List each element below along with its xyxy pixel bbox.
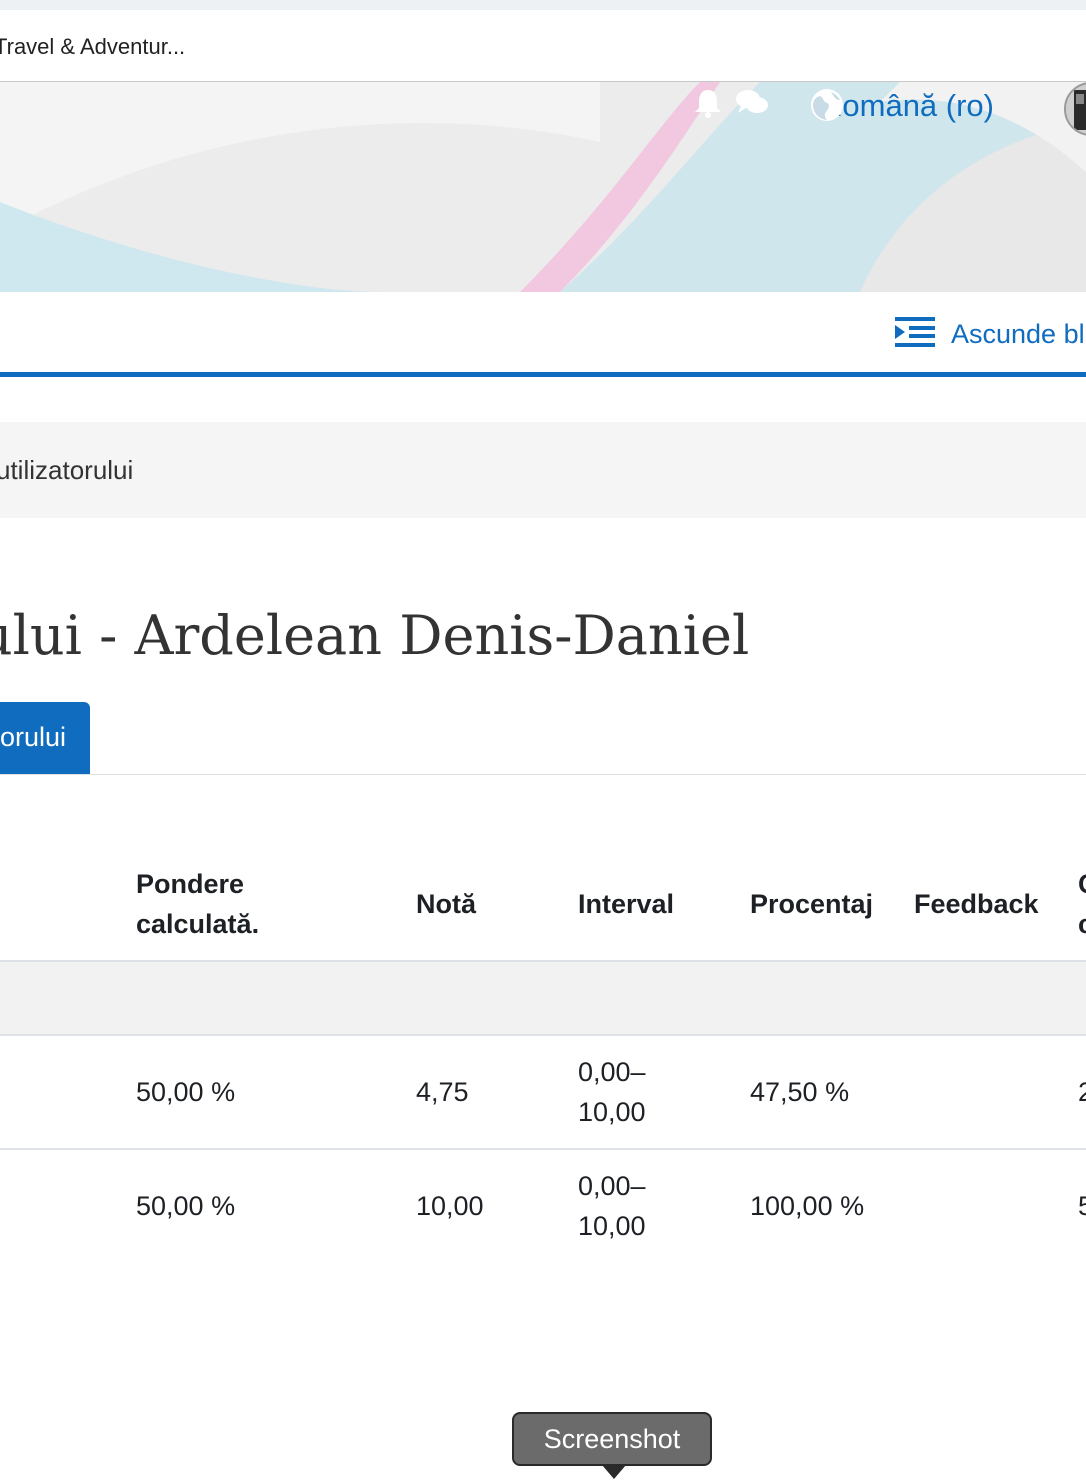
- cell-contribution: 5: [1078, 1191, 1086, 1221]
- table-row-divider: [0, 1034, 1086, 1036]
- screenshot-tooltip: Screenshot: [512, 1412, 712, 1466]
- header-grade: Notă: [416, 889, 476, 919]
- cell-weight: 50,00 %: [136, 1077, 236, 1107]
- header-range: Interval: [578, 889, 675, 919]
- cell-range-min: 0,00–: [578, 1171, 646, 1201]
- header-percentage: Procentaj: [750, 889, 874, 919]
- cell-range-max: 10,00: [578, 1097, 646, 1127]
- page-title: rului - Ardelean Denis-Daniel: [0, 604, 750, 667]
- header-contribution: C c: [1078, 864, 1086, 944]
- hide-blocks-label: Ascunde bl: [951, 319, 1085, 349]
- cell-range-max: 10,00: [578, 1211, 646, 1241]
- cell-weight: 50,00 %: [136, 1191, 236, 1221]
- table-row-divider: [0, 1148, 1086, 1150]
- hide-blocks-button[interactable]: Ascunde bl: [895, 317, 1085, 352]
- header-weight: Pondere calculată.: [136, 864, 259, 944]
- cell-range-min: 0,00–: [578, 1057, 646, 1087]
- tabs-divider: [0, 774, 1086, 775]
- tooltip-arrow: [602, 1465, 626, 1479]
- cell-percentage: 100,00 %: [750, 1191, 865, 1221]
- cell-range: 0,00– 10,00: [578, 1166, 646, 1246]
- cell-grade: 4,75: [416, 1077, 469, 1107]
- tab-user-report-label: orului: [0, 722, 66, 752]
- indent-list-icon: [895, 317, 935, 352]
- cell-percentage: 47,50 %: [750, 1077, 850, 1107]
- cell-grade: 10,00: [416, 1191, 484, 1221]
- browser-tab-title[interactable]: Travel & Adventur...: [0, 34, 185, 60]
- secondary-navbar: Ascunde bl: [0, 292, 1086, 377]
- header-feedback: Feedback: [914, 889, 1039, 919]
- breadcrumb-item[interactable]: utilizatorului: [0, 455, 133, 486]
- header-weight-line2: calculată.: [136, 909, 260, 939]
- header-contribution-line1: C: [1078, 864, 1086, 904]
- browser-top-strip: [0, 0, 1086, 10]
- avatar[interactable]: [1064, 82, 1086, 136]
- tab-user-report[interactable]: orului: [0, 702, 90, 775]
- page-header-banner: Română (ro): [0, 82, 1086, 292]
- header-weight-line1: Pondere: [136, 869, 245, 899]
- cell-range: 0,00– 10,00: [578, 1052, 646, 1132]
- language-menu[interactable]: Română (ro): [810, 88, 994, 124]
- breadcrumb: utilizatorului: [0, 422, 1086, 518]
- table-category-row: [0, 962, 1086, 1034]
- header-contribution-line2: c: [1078, 909, 1086, 939]
- cell-contribution: 2: [1078, 1077, 1086, 1107]
- browser-tab-bar: Travel & Adventur...: [0, 10, 1086, 82]
- language-label: Română (ro): [820, 88, 994, 123]
